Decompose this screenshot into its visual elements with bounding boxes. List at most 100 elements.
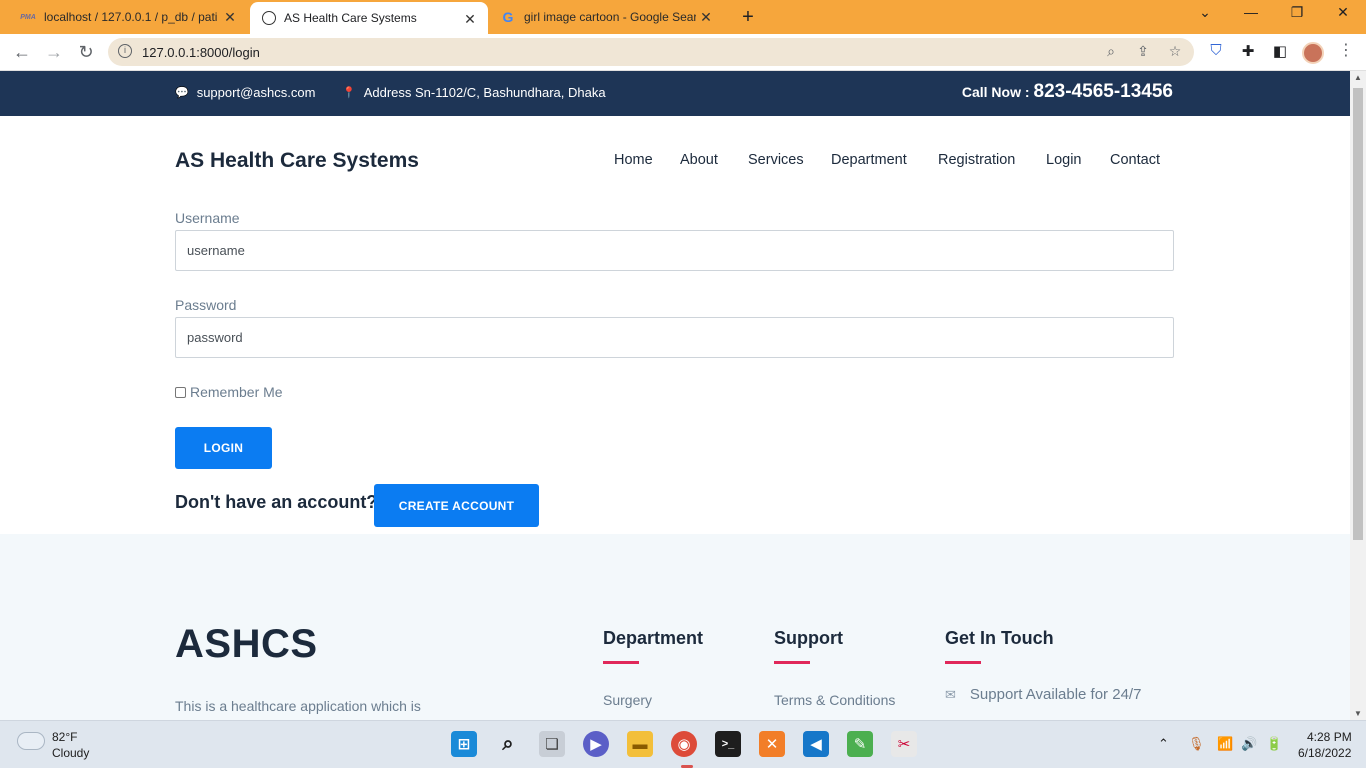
link-text: Support Available for 24/7 bbox=[969, 686, 1142, 703]
nav-home[interactable]: Home bbox=[614, 152, 653, 168]
clock-time[interactable]: 4:28 PM bbox=[1307, 730, 1352, 744]
tab-search-chevron-icon[interactable]: ⌄ bbox=[1190, 4, 1220, 21]
no-account-text: Don't have an account? bbox=[175, 492, 378, 512]
phpmyadmin-icon: PMA bbox=[20, 13, 36, 21]
footer: ASHCS This is a healthcare application w… bbox=[0, 534, 1350, 720]
password-label: Password bbox=[175, 297, 237, 313]
terminal-icon[interactable]: >_ bbox=[715, 731, 741, 757]
bookmark-star-icon[interactable]: ☆ bbox=[1166, 43, 1184, 60]
xampp-icon[interactable]: ✕ bbox=[759, 731, 785, 757]
footer-col-department: Department Surgery bbox=[603, 628, 703, 708]
footer-col-support: Support Terms & Conditions bbox=[774, 628, 895, 708]
browser-menu-icon[interactable]: ⋮ bbox=[1338, 40, 1354, 60]
weather-description[interactable]: Cloudy bbox=[52, 746, 89, 760]
envelope-icon: ✉ bbox=[945, 686, 956, 702]
nav-about[interactable]: About bbox=[680, 152, 718, 168]
microphone-icon[interactable]: 🎙 bbox=[1188, 736, 1205, 752]
nav-services[interactable]: Services bbox=[748, 152, 804, 168]
volume-icon[interactable]: 🔊 bbox=[1241, 736, 1257, 752]
footer-col-contact: Get In Touch ✉ Support Available for 24/… bbox=[945, 628, 1141, 703]
heading-underline bbox=[945, 661, 981, 664]
phone-number[interactable]: 823-4565-13456 bbox=[1034, 81, 1173, 103]
browser-tab-phpmyadmin[interactable]: PMA localhost / 127.0.0.1 / p_db / pati … bbox=[8, 0, 248, 34]
tab-title: AS Health Care Systems bbox=[284, 11, 417, 25]
search-icon[interactable]: ⌕ bbox=[495, 731, 521, 757]
side-panel-icon[interactable]: ◧ bbox=[1270, 42, 1290, 60]
url-text[interactable]: 127.0.0.1:8000/login bbox=[142, 45, 260, 60]
zoom-icon[interactable]: ⌕ bbox=[1102, 43, 1120, 60]
nav-registration[interactable]: Registration bbox=[938, 152, 1015, 168]
google-icon: G bbox=[502, 9, 514, 25]
footer-heading: Department bbox=[603, 628, 704, 648]
footer-support-info: ✉ Support Available for 24/7 bbox=[945, 686, 1141, 703]
address-bar[interactable]: i 127.0.0.1:8000/login ⌕ ⇪ ☆ bbox=[108, 38, 1194, 66]
footer-heading: Get In Touch bbox=[945, 628, 1054, 648]
close-tab-icon[interactable]: ✕ bbox=[222, 9, 238, 26]
task-view-icon[interactable]: ❏ bbox=[539, 731, 565, 757]
browser-tab-google[interactable]: G girl image cartoon - Google Sear ✕ bbox=[488, 0, 724, 34]
link-text[interactable]: Surgery bbox=[603, 692, 652, 708]
globe-icon bbox=[262, 11, 276, 25]
remember-me[interactable]: Remember Me bbox=[175, 384, 283, 400]
shield-extension-icon[interactable]: ⛉ bbox=[1206, 42, 1226, 59]
browser-tab-bar: PMA localhost / 127.0.0.1 / p_db / pati … bbox=[0, 0, 1366, 34]
minimize-icon[interactable]: — bbox=[1236, 4, 1266, 20]
close-tab-icon[interactable]: ✕ bbox=[462, 11, 478, 28]
profile-avatar[interactable] bbox=[1302, 42, 1324, 64]
new-tab-button[interactable]: + bbox=[738, 6, 758, 29]
create-account-button[interactable]: CREATE ACCOUNT bbox=[374, 484, 539, 527]
tray-chevron-icon[interactable]: ⌃ bbox=[1158, 736, 1169, 752]
reload-icon[interactable]: ↻ bbox=[74, 41, 98, 63]
call-label: Call Now : bbox=[961, 84, 1030, 100]
back-arrow-icon[interactable]: ← bbox=[10, 41, 34, 63]
footer-description: This is a healthcare application which i… bbox=[175, 698, 421, 714]
nav-contact[interactable]: Contact bbox=[1110, 152, 1160, 168]
teams-chat-icon[interactable]: ▶ bbox=[583, 731, 609, 757]
password-input[interactable] bbox=[175, 317, 1174, 358]
email-text[interactable]: support@ashcs.com bbox=[197, 85, 316, 100]
top-info-bar: 💬 support@ashcs.com 📍 Address Sn-1102/C,… bbox=[0, 71, 1350, 116]
link-text[interactable]: Terms & Conditions bbox=[774, 692, 895, 708]
heading-underline bbox=[774, 661, 810, 664]
snipping-tool-icon[interactable]: ✂ bbox=[891, 731, 917, 757]
file-explorer-icon[interactable]: ▬ bbox=[627, 731, 653, 757]
battery-icon[interactable]: 🔋 bbox=[1266, 736, 1282, 752]
site-brand[interactable]: AS Health Care Systems bbox=[175, 149, 419, 173]
nav-login[interactable]: Login bbox=[1046, 152, 1081, 168]
page-scrollbar[interactable]: ▲ ▼ bbox=[1350, 71, 1366, 720]
scroll-up-icon[interactable]: ▲ bbox=[1354, 73, 1362, 82]
address-info: 📍 Address Sn-1102/C, Bashundhara, Dhaka bbox=[342, 85, 606, 100]
username-input[interactable] bbox=[175, 230, 1174, 271]
browser-tab-active[interactable]: AS Health Care Systems ✕ bbox=[250, 2, 488, 34]
notepad-plus-icon[interactable]: ✎ bbox=[847, 731, 873, 757]
footer-link-surgery[interactable]: Surgery bbox=[603, 692, 703, 708]
scrollbar-thumb[interactable] bbox=[1353, 88, 1363, 540]
restore-icon[interactable]: ❐ bbox=[1282, 4, 1312, 21]
clock-date[interactable]: 6/18/2022 bbox=[1298, 746, 1351, 760]
footer-brand: ASHCS bbox=[175, 622, 318, 666]
web-page: 💬 support@ashcs.com 📍 Address Sn-1102/C,… bbox=[0, 71, 1350, 720]
cloud-icon[interactable] bbox=[18, 733, 44, 749]
footer-link-terms[interactable]: Terms & Conditions bbox=[774, 692, 895, 708]
wifi-icon[interactable]: 📶 bbox=[1217, 736, 1233, 752]
extensions-puzzle-icon[interactable]: ✚ bbox=[1238, 42, 1258, 60]
remember-label: Remember Me bbox=[190, 384, 283, 400]
nav-department[interactable]: Department bbox=[831, 152, 907, 168]
windows-start-icon[interactable]: ⊞ bbox=[451, 731, 477, 757]
site-info-icon[interactable]: i bbox=[118, 44, 132, 58]
map-pin-icon: 📍 bbox=[342, 87, 356, 99]
scroll-down-icon[interactable]: ▼ bbox=[1354, 709, 1362, 718]
vscode-icon[interactable]: ◀ bbox=[803, 731, 829, 757]
login-button[interactable]: LOGIN bbox=[175, 427, 272, 469]
close-tab-icon[interactable]: ✕ bbox=[698, 9, 714, 26]
chat-bubble-icon: 💬 bbox=[175, 87, 189, 99]
browser-toolbar: ← → ↻ i 127.0.0.1:8000/login ⌕ ⇪ ☆ ⛉ ✚ ◧ bbox=[0, 34, 1366, 71]
username-label: Username bbox=[175, 210, 240, 226]
weather-temperature[interactable]: 82°F bbox=[52, 730, 77, 744]
share-icon[interactable]: ⇪ bbox=[1134, 43, 1152, 60]
forward-arrow-icon[interactable]: → bbox=[42, 41, 66, 63]
remember-checkbox[interactable] bbox=[175, 386, 186, 398]
window-close-icon[interactable]: ✕ bbox=[1328, 4, 1358, 21]
chrome-icon[interactable]: ◉ bbox=[671, 731, 697, 757]
tab-title: localhost / 127.0.0.1 / p_db / pati bbox=[44, 10, 218, 24]
